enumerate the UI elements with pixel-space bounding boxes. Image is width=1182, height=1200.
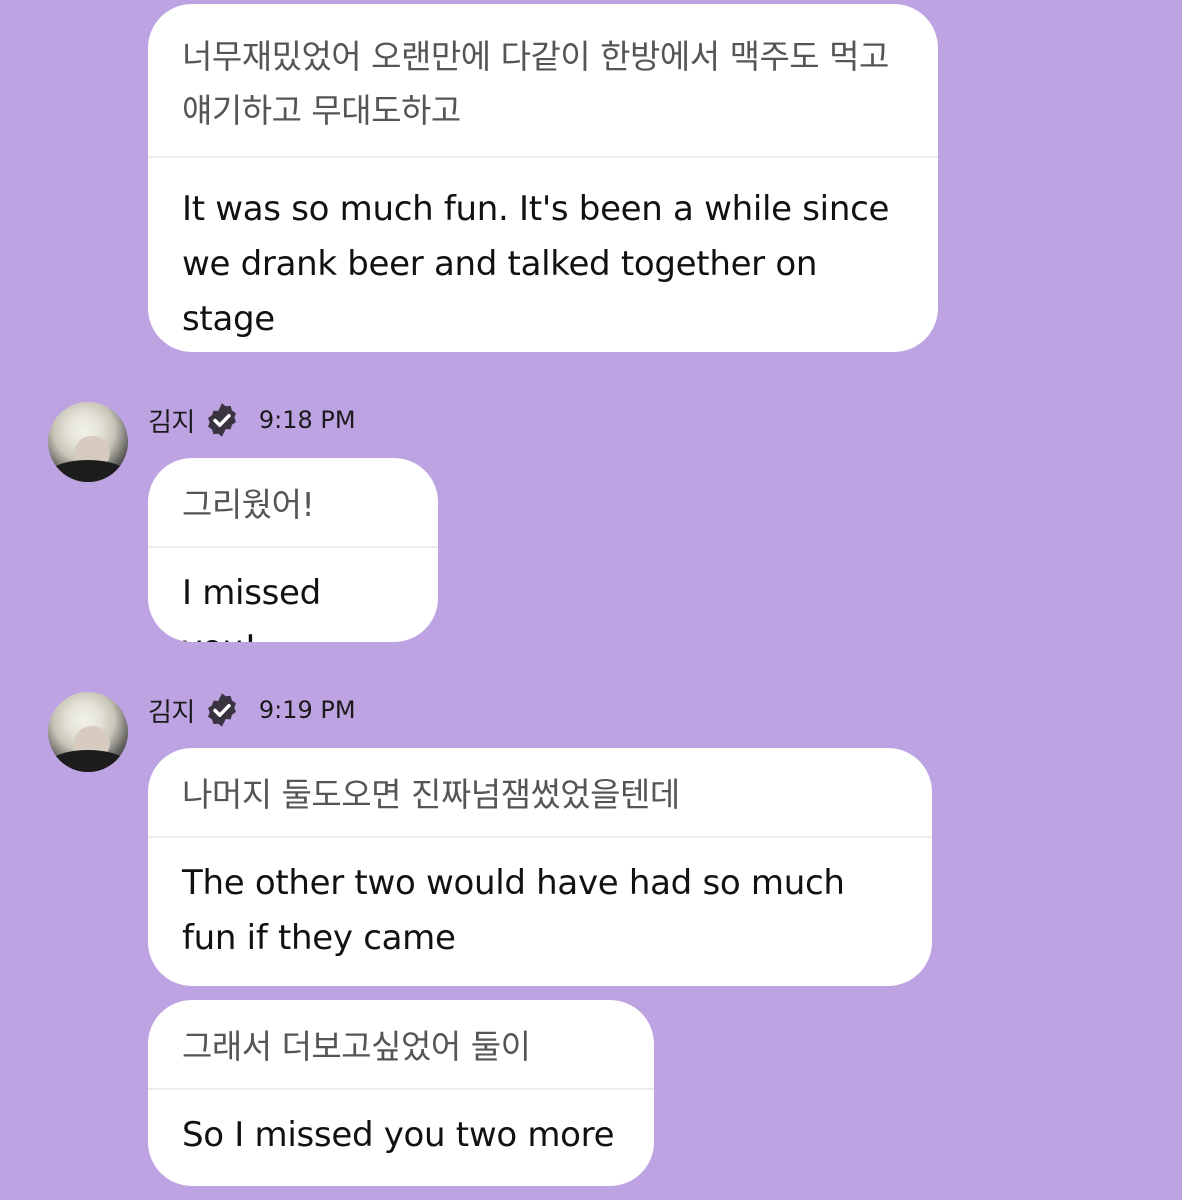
message-header: 김지 9:19 PM — [148, 690, 356, 730]
original-text: 그리웠어! — [148, 458, 438, 548]
original-text: 나머지 둘도오면 진짜넘잼썼었을텐데 — [148, 748, 932, 838]
message-bubble[interactable]: 그래서 더보고싶었어 둘이 So I missed you two more — [148, 1000, 654, 1186]
translated-text: The other two would have had so much fun… — [182, 863, 845, 958]
original-text: 너무재밌었어 오랜만에 다같이 한방에서 맥주도 먹고 얘기하고 무대도하고 — [148, 4, 938, 158]
original-text: 그래서 더보고싶었어 둘이 — [148, 1000, 654, 1090]
verified-badge-icon — [207, 693, 236, 727]
message-bubble[interactable]: 나머지 둘도오면 진짜넘잼썼었을텐데 The other two would h… — [148, 748, 932, 986]
translated-text: It was so much fun. It's been a while si… — [182, 189, 890, 339]
message-bubble[interactable]: 그리웠어! I missed you! — [148, 458, 438, 642]
message-time: 9:19 PM — [258, 696, 356, 724]
message-header: 김지 9:18 PM — [148, 400, 356, 440]
message-time: 9:18 PM — [258, 406, 356, 434]
sender-avatar[interactable] — [48, 402, 128, 482]
verified-badge-icon — [207, 403, 236, 437]
translated-text: I missed you! — [182, 573, 321, 642]
sender-avatar[interactable] — [48, 692, 128, 772]
sender-name: 김지 — [148, 407, 195, 438]
message-bubble[interactable]: 너무재밌었어 오랜만에 다같이 한방에서 맥주도 먹고 얘기하고 무대도하고 I… — [148, 4, 938, 352]
translated-text: So I missed you two more — [182, 1115, 615, 1155]
sender-name: 김지 — [148, 697, 195, 728]
